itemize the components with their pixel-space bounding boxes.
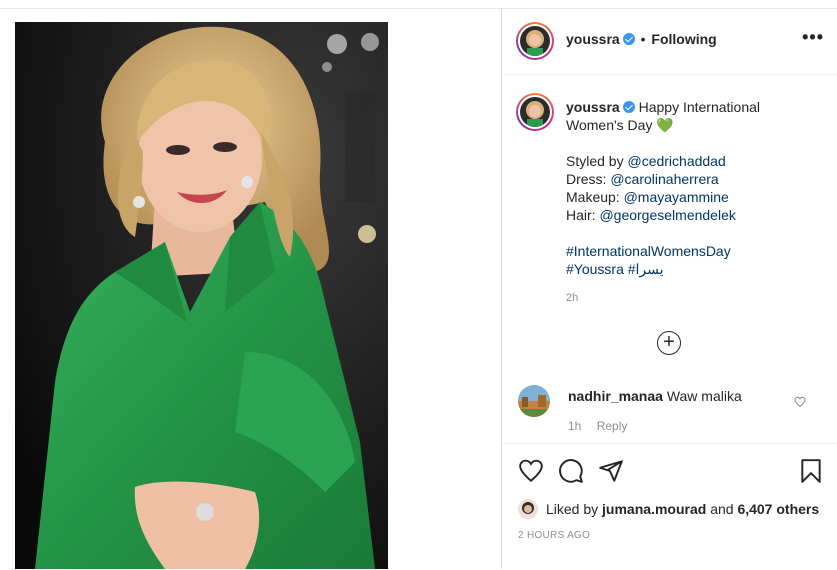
- verified-badge-icon: [622, 33, 635, 45]
- plus-circle-icon[interactable]: +: [657, 331, 681, 355]
- post-details-panel: youssra • Following ••• youssra Happy In…: [501, 9, 837, 569]
- green-heart-emoji: 💚: [656, 117, 674, 133]
- caption-avatar[interactable]: [516, 93, 554, 131]
- bookmark-icon[interactable]: [798, 458, 824, 489]
- hashtag-arabic[interactable]: #يسرا: [628, 261, 664, 277]
- heart-icon[interactable]: [518, 458, 544, 489]
- avatar-image: [520, 26, 550, 56]
- hair-mention[interactable]: @georgeselmendelek: [599, 207, 735, 223]
- caption-text: youssra Happy International Women's Day …: [566, 98, 816, 278]
- makeup-mention[interactable]: @mayayammine: [624, 189, 729, 205]
- post-photo[interactable]: [15, 22, 388, 569]
- caption-time[interactable]: 2h: [566, 292, 578, 304]
- share-icon[interactable]: [598, 458, 624, 489]
- comment-like-icon[interactable]: [794, 395, 806, 413]
- caption-username[interactable]: youssra: [566, 99, 620, 115]
- hair-label: Hair:: [566, 207, 596, 223]
- comment-text: Waw malika: [666, 388, 742, 404]
- likes-others[interactable]: 6,407 others: [737, 501, 819, 517]
- hashtag-youssra[interactable]: #Youssra: [566, 261, 624, 277]
- comment-icon[interactable]: [558, 458, 584, 489]
- more-options-icon[interactable]: •••: [802, 27, 824, 48]
- liked-by-label: Liked by: [546, 501, 599, 517]
- post-header: youssra • Following •••: [502, 9, 837, 75]
- and-label: and: [710, 501, 734, 517]
- liked-by-user[interactable]: jumana.mourad: [602, 501, 706, 517]
- liker-avatar[interactable]: [518, 499, 538, 519]
- commenter-username[interactable]: nadhir_manaa: [568, 388, 663, 404]
- avatar-image: [520, 97, 550, 127]
- makeup-label: Makeup:: [566, 189, 620, 205]
- author-avatar[interactable]: [516, 22, 554, 60]
- styled-by-mention[interactable]: @cedrichaddad: [627, 153, 725, 169]
- comment-time[interactable]: 1h: [568, 419, 581, 433]
- author-username[interactable]: youssra: [566, 31, 620, 47]
- portrait-image: [15, 22, 388, 569]
- post-timestamp[interactable]: 2 HOURS AGO: [518, 530, 590, 541]
- avatar-image: [518, 385, 550, 417]
- reply-button[interactable]: Reply: [597, 419, 628, 433]
- hashtag-international-womens-day[interactable]: #InternationalWomensDay: [566, 243, 731, 259]
- styled-by-label: Styled by: [566, 153, 624, 169]
- commenter-avatar[interactable]: [518, 385, 550, 417]
- avatar-image: [518, 499, 538, 519]
- post-actions: Liked by jumana.mourad and 6,407 others …: [502, 443, 837, 570]
- dress-label: Dress:: [566, 171, 607, 187]
- following-button[interactable]: Following: [651, 31, 716, 47]
- dress-mention[interactable]: @carolinaherrera: [610, 171, 718, 187]
- separator-dot: •: [640, 31, 646, 47]
- verified-badge-icon: [622, 101, 635, 113]
